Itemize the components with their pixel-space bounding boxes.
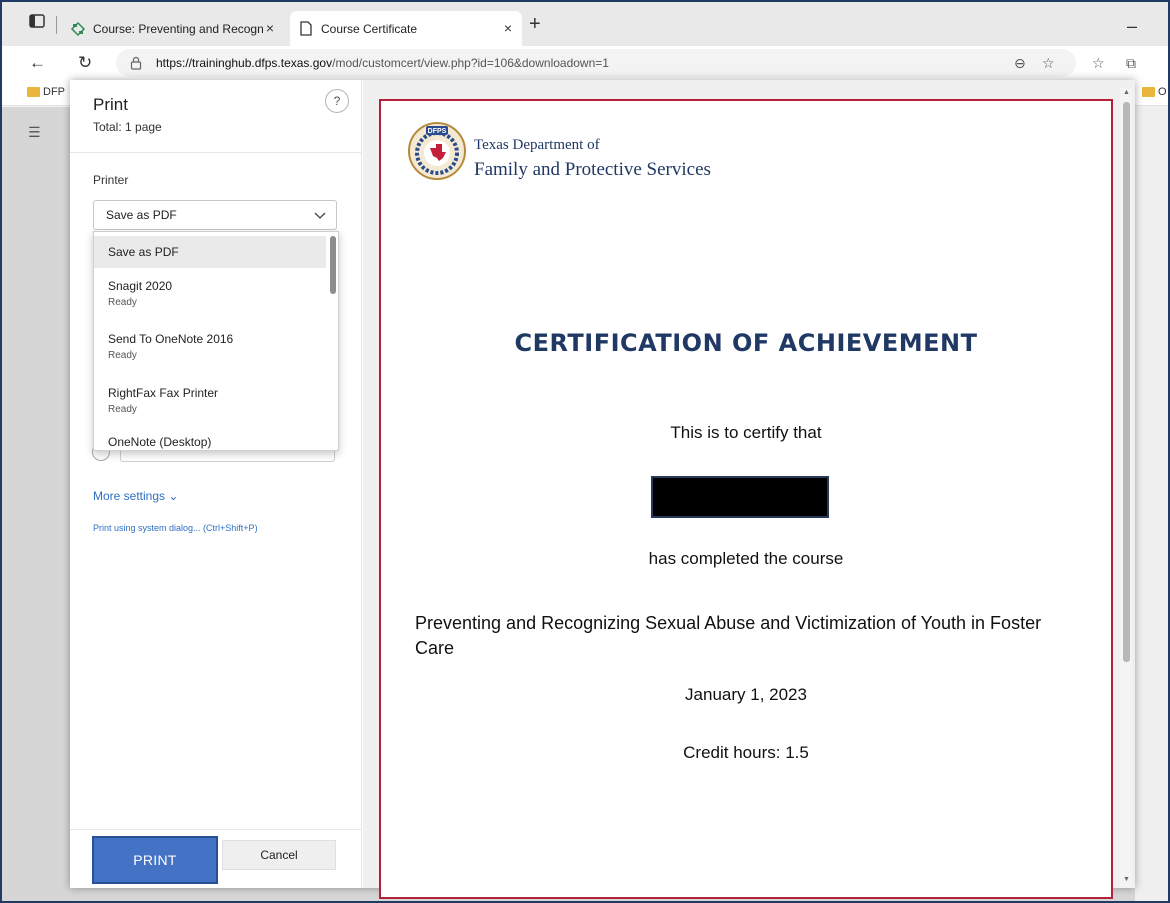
printer-option-status: Ready: [108, 297, 137, 308]
navigation-bar: ← ↻ https://traininghub.dfps.texas.gov/m…: [2, 46, 1168, 80]
bookmark-label-right: O: [1158, 86, 1167, 98]
print-title: Print: [93, 95, 128, 114]
seal-text: DFPS: [428, 128, 447, 135]
certificate-page: DFPS Texas Department of Family and Prot…: [379, 99, 1113, 899]
printer-label: Printer: [93, 173, 129, 187]
certify-line: This is to certify that: [670, 423, 822, 442]
minimize-button[interactable]: –: [1127, 16, 1137, 37]
preview-scrollbar[interactable]: ▲ ▼: [1120, 88, 1132, 888]
completed-line: has completed the course: [648, 549, 844, 568]
url-host: https://traininghub.dfps.texas.gov: [156, 56, 333, 70]
print-dialog: Print Total: 1 page ? Printer Save as PD…: [70, 80, 1135, 899]
credit-hours: Credit hours: 1.5: [683, 743, 809, 762]
list-icon: ☰: [28, 124, 41, 140]
printer-option[interactable]: Send To OneNote 2016 Ready: [94, 327, 326, 373]
help-icon[interactable]: ?: [325, 89, 349, 113]
scroll-down-icon[interactable]: ▼: [1123, 876, 1130, 883]
divider: [70, 152, 361, 153]
total-pages: Total: 1 page: [93, 120, 162, 134]
org-name-line1: Texas Department of: [474, 137, 600, 153]
refresh-icon[interactable]: ↻: [78, 53, 92, 73]
tab-course-title: Course: Preventing and Recogniz: [93, 21, 263, 36]
system-dialog-link[interactable]: Print using system dialog... (Ctrl+Shift…: [93, 523, 258, 533]
bookmark-folder[interactable]: DFP: [27, 86, 65, 98]
org-name-line2: Family and Protective Services: [474, 159, 711, 180]
url-path: /mod/customcert/view.php?id=106&download…: [332, 56, 609, 70]
dfps-seal-logo: DFPS: [407, 121, 467, 181]
redacted-name: [651, 476, 829, 518]
tab-course[interactable]: Course: Preventing and Recogniz ×: [62, 11, 284, 46]
add-favorite-icon[interactable]: ☆: [1042, 55, 1055, 72]
folder-icon: [27, 87, 40, 97]
screenshot-frame: Course: Preventing and Recogniz × Course…: [0, 0, 1170, 903]
printer-option[interactable]: RightFax Fax Printer Ready: [94, 381, 326, 427]
tab-close-icon[interactable]: ×: [504, 20, 512, 36]
tab-certificate[interactable]: Course Certificate ×: [290, 11, 522, 46]
print-button[interactable]: PRINT: [92, 836, 218, 884]
printer-select-value: Save as PDF: [106, 208, 177, 222]
tab-actions-icon[interactable]: [29, 14, 45, 28]
dropdown-scrollbar[interactable]: [330, 236, 336, 294]
scroll-up-icon[interactable]: ▲: [1123, 89, 1130, 96]
chevron-down-icon: [314, 209, 326, 219]
cancel-button[interactable]: Cancel: [222, 840, 336, 870]
new-tab-button[interactable]: +: [529, 13, 541, 36]
back-arrow-icon[interactable]: ←: [29, 53, 46, 73]
collections-icon[interactable]: ⧉: [1126, 55, 1136, 72]
printer-option-name: Save as PDF: [108, 245, 179, 259]
folder-icon: [1142, 87, 1155, 97]
printer-dropdown: Save as PDF Snagit 2020 Ready Send To On…: [93, 231, 339, 451]
certificate-title: CERTIFICATION OF ACHIEVEMENT: [514, 329, 978, 357]
printer-option[interactable]: Snagit 2020 Ready: [94, 274, 326, 320]
printer-option-name: OneNote (Desktop): [108, 435, 212, 449]
lock-icon: [130, 56, 144, 70]
page-icon: [298, 21, 314, 37]
bookmark-label: DFP: [43, 86, 65, 98]
tab-separator: [56, 16, 57, 34]
divider: [70, 829, 361, 830]
address-bar[interactable]: https://traininghub.dfps.texas.gov/mod/c…: [116, 49, 1076, 77]
zoom-icon[interactable]: ⊖: [1014, 55, 1026, 72]
favorites-icon[interactable]: ☆: [1092, 55, 1105, 72]
printer-option-name: Snagit 2020: [108, 279, 173, 293]
tab-certificate-title: Course Certificate: [321, 21, 418, 36]
printer-option-status: Ready: [108, 404, 137, 415]
more-settings-link[interactable]: More settings ⌄: [93, 489, 178, 503]
scroll-thumb[interactable]: [1123, 102, 1130, 662]
course-favicon-icon: [70, 21, 86, 37]
printer-option-status: Ready: [108, 350, 137, 361]
bookmark-folder-right[interactable]: O: [1142, 86, 1167, 98]
tab-close-icon[interactable]: ×: [266, 20, 274, 36]
printer-select[interactable]: Save as PDF: [93, 200, 337, 230]
printer-option[interactable]: OneNote (Desktop): [94, 435, 326, 450]
completion-date: January 1, 2023: [685, 685, 807, 704]
printer-option[interactable]: Save as PDF: [94, 236, 326, 268]
printer-option-name: RightFax Fax Printer: [108, 386, 219, 400]
tab-strip: Course: Preventing and Recogniz × Course…: [2, 2, 1168, 46]
print-preview: DFPS Texas Department of Family and Prot…: [363, 80, 1135, 899]
print-settings-panel: Print Total: 1 page ? Printer Save as PD…: [70, 80, 362, 888]
course-name: Preventing and Recognizing Sexual Abuse …: [415, 613, 1042, 658]
background-right-strip: [1135, 106, 1168, 901]
printer-option-name: Send To OneNote 2016: [108, 332, 234, 346]
